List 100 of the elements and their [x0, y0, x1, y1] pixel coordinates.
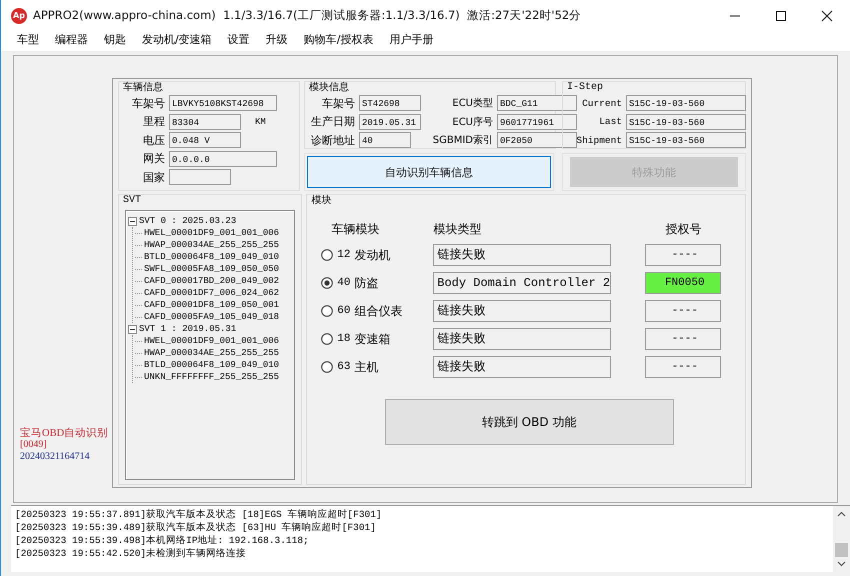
menu-item[interactable]: 设置 — [220, 32, 258, 47]
module-type-field: 链接失败 — [433, 356, 612, 378]
auth-number-field: FN0050 — [645, 272, 722, 294]
module-name: 组合仪表 — [354, 302, 402, 320]
field-label: 国家 — [142, 170, 165, 185]
column-header: 模块类型 — [433, 221, 482, 238]
auth-number-field: ---- — [645, 300, 722, 322]
module-code: 40 — [337, 277, 350, 289]
field-label: ECU类型 — [451, 96, 493, 110]
scroll-up-icon[interactable] — [837, 511, 846, 517]
tree-item[interactable]: SVT 1 : 2019.05.31 — [139, 324, 236, 334]
identify-code: [0049] — [20, 440, 48, 449]
field-label: 生产日期 — [310, 114, 355, 130]
log-line: [20250323 19:55:39.489]获取汽车版本及状态 [63]HU 车辆响应超时[F301] — [15, 521, 377, 534]
app-logo-icon: Ap — [11, 8, 27, 24]
window-title: APPRO2(www.appro-china.com) 1.1/3.3/16.7(工厂测试服务器:1.1/3.3/16.7) 激活:27天'22时'52分 — [33, 8, 582, 23]
module-type-field: 链接失败 — [433, 328, 612, 350]
group-title: SVT — [123, 195, 142, 207]
collapse-icon[interactable] — [128, 324, 137, 334]
log-line: [20250323 19:55:39.498]本机网络IP地址: 192.168.3.118; — [15, 534, 310, 547]
text-field[interactable]: 83304 — [169, 114, 241, 130]
module-code: 60 — [337, 305, 350, 317]
field-label: Shipment — [575, 134, 622, 146]
menu-item[interactable]: 发动机/变速箱 — [134, 32, 220, 47]
tree-item[interactable]: HWEL_00001DF9_001_001_006 — [144, 336, 280, 346]
text-field[interactable]: 0F2050 — [497, 132, 577, 148]
tree-item[interactable]: HWAP_000034AE_255_255_255 — [144, 348, 280, 358]
tree-item[interactable]: UNKN_FFFFFFFF_255_255_255 — [144, 372, 280, 382]
text-field[interactable]: ST42698 — [359, 95, 421, 112]
tree-item[interactable]: CAFD_000017BD_200_049_002 — [144, 276, 280, 286]
close-icon[interactable] — [821, 10, 833, 22]
auth-number-field: ---- — [645, 244, 722, 266]
menu-item[interactable]: 钥匙 — [96, 32, 134, 47]
module-type-field: Body Domain Controller 2 — [433, 272, 612, 294]
text-field[interactable]: 2019.05.31 — [359, 114, 421, 130]
text-field[interactable]: 0.0.0.0 — [169, 150, 277, 167]
field-label: Current — [581, 98, 622, 109]
tree-item[interactable]: CAFD_00001DF7_006_024_062 — [144, 288, 280, 298]
text-field[interactable] — [169, 169, 231, 186]
serial-number: 20240321164714 — [20, 451, 91, 462]
menu-item[interactable]: 车型 — [9, 32, 47, 47]
field-label: 电压 — [142, 132, 165, 148]
module-code: 18 — [337, 333, 350, 345]
field-label: 车架号 — [321, 96, 355, 111]
tree-item[interactable]: SWFL_00005FA8_109_050_050 — [144, 264, 280, 274]
radio-button[interactable] — [321, 249, 334, 261]
group-title: I-Step — [567, 82, 604, 94]
log-line: [20250323 19:55:42.520]未检测到车辆网络连接 — [15, 547, 248, 560]
menu-item[interactable]: 编程器 — [47, 32, 96, 47]
module-code: 12 — [337, 249, 350, 261]
tree-item[interactable]: CAFD_00005FA9_105_049_018 — [144, 312, 280, 322]
text-field[interactable]: LBVKY5108KST42698 — [169, 95, 277, 112]
tree-item[interactable]: BTLD_000064F8_109_049_010 — [144, 360, 280, 370]
menu-item[interactable]: 购物车/授权表 — [296, 32, 382, 47]
module-name: 防盗 — [354, 274, 378, 292]
auto-identify-button[interactable]: 自动识别车辆信息 — [307, 156, 551, 188]
radio-button[interactable] — [321, 305, 334, 317]
column-header: 车辆模块 — [330, 221, 380, 238]
field-label: 车架号 — [131, 96, 165, 111]
tree-item[interactable]: HWAP_000034AE_255_255_255 — [144, 240, 280, 250]
tree-item[interactable]: HWEL_00001DF9_001_001_006 — [144, 228, 280, 238]
menu-item[interactable]: 升级 — [258, 32, 296, 47]
log-line: [20250323 19:55:37.891]获取汽车版本及状态 [18]EGS 车辆响应超时[F301] — [15, 508, 383, 521]
scroll-thumb[interactable] — [835, 543, 848, 557]
tree-item[interactable]: SVT 0 : 2025.03.23 — [139, 216, 236, 226]
radio-button[interactable] — [321, 361, 334, 373]
collapse-icon[interactable] — [128, 216, 137, 226]
obd-function-button[interactable]: 转跳到 OBD 功能 — [384, 399, 674, 445]
text-field[interactable]: BDC_G11 — [497, 95, 577, 112]
auth-number-field: ---- — [645, 328, 722, 350]
text-field[interactable]: 40 — [359, 132, 411, 148]
field-label: 网关 — [142, 151, 165, 166]
module-name: 主机 — [354, 358, 378, 376]
column-header: 授权号 — [664, 221, 702, 238]
text-field[interactable]: 0.048 V — [169, 132, 241, 148]
group-title: 模块信息 — [309, 82, 350, 94]
scroll-down-icon[interactable] — [837, 561, 846, 567]
text-field[interactable]: S15C-19-03-560 — [626, 95, 746, 112]
field-label: SGBMID索引 — [432, 134, 493, 148]
text-field[interactable]: S15C-19-03-560 — [626, 132, 746, 148]
group-title: 模块 — [311, 195, 332, 207]
radio-button[interactable] — [321, 277, 334, 289]
tree-item[interactable]: CAFD_00001DF8_109_050_001 — [144, 300, 280, 310]
module-type-field: 链接失败 — [433, 300, 612, 322]
group-title: 车辆信息 — [123, 82, 164, 94]
text-field[interactable]: S15C-19-03-560 — [626, 114, 746, 130]
field-label: ECU序号 — [451, 116, 493, 129]
radio-button[interactable] — [321, 333, 334, 345]
module-code: 63 — [337, 361, 350, 373]
field-label: Last — [598, 116, 622, 128]
field-label: 里程 — [142, 114, 165, 130]
menu-item[interactable]: 用户手册 — [381, 32, 442, 47]
module-type-field: 链接失败 — [433, 244, 612, 266]
tree-item[interactable]: BTLD_000064F8_109_049_010 — [144, 252, 280, 262]
maximize-icon[interactable] — [775, 10, 787, 22]
module-name: 发动机 — [354, 246, 390, 264]
auth-number-field: ---- — [645, 356, 722, 378]
module-name: 变速箱 — [354, 330, 390, 348]
scrollbar[interactable] — [833, 506, 850, 572]
text-field[interactable]: 9601771961 — [497, 114, 577, 130]
